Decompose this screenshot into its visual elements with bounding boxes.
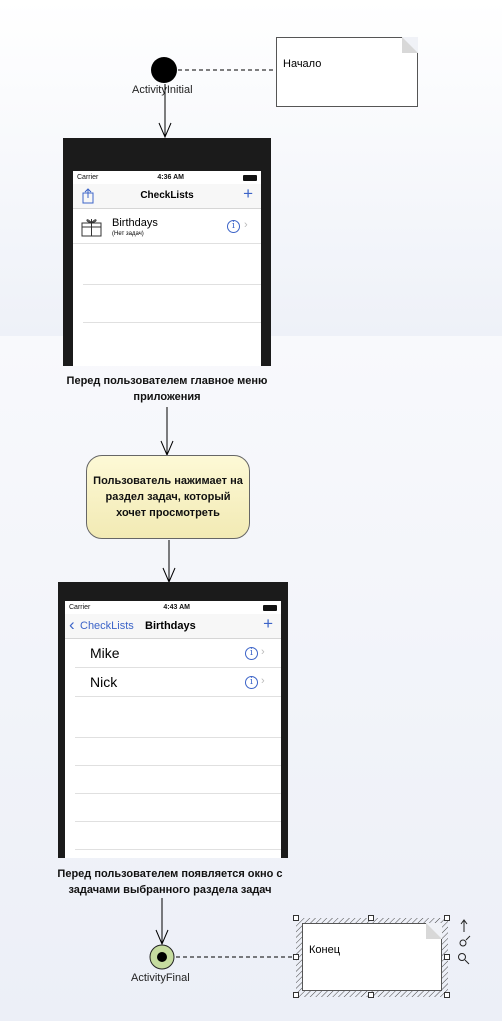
row-separator [83,322,261,323]
resize-handle[interactable] [293,992,299,998]
resize-handle[interactable] [368,992,374,998]
item-title: Birthdays [112,217,158,229]
phone-frame-tasks: Carrier 4:43 AM ‹ CheckLists Birthdays +… [58,582,288,858]
selection-tools [458,919,471,965]
row-separator [75,737,281,738]
resize-handle[interactable] [444,915,450,921]
note-fold-icon [402,37,418,53]
resize-handle[interactable] [444,954,450,960]
carrier-label: Carrier [77,174,99,181]
nav-title: Birthdays [145,620,196,632]
note-fold-icon [426,923,442,939]
back-button[interactable]: CheckLists [80,620,134,632]
row-separator [83,284,261,285]
resize-handle[interactable] [444,992,450,998]
info-icon[interactable]: i [245,647,258,660]
note-end[interactable]: Конец [302,923,442,991]
note-start[interactable]: Начало [276,37,418,107]
screen-tasks: Carrier 4:43 AM ‹ CheckLists Birthdays +… [65,601,281,858]
screen-main-menu: Carrier 4:36 AM CheckLists + Birthdays (… [73,171,261,366]
nav-bar: ‹ CheckLists Birthdays + [65,614,281,639]
caption-main-menu: Перед пользователем главное меню приложе… [66,375,268,403]
note-start-text: Начало [283,58,322,70]
battery-icon [262,604,277,611]
info-icon[interactable]: i [227,220,240,233]
list-item-mike[interactable]: Mike i › [75,639,281,668]
row-separator [75,765,281,766]
activity-final-label: ActivityFinal [131,972,190,984]
task-name: Mike [90,645,120,661]
chevron-right-icon: › [244,219,248,231]
resize-handle[interactable] [368,915,374,921]
back-chevron-icon[interactable]: ‹ [69,615,75,635]
row-separator [75,821,281,822]
item-subtitle: (Нет задач) [112,231,144,237]
activity-final-core [157,952,167,962]
nav-bar: CheckLists + [73,184,261,209]
action-select-section[interactable]: Пользователь нажимает на раздел задач, к… [86,455,250,539]
info-icon[interactable]: i [245,676,258,689]
phone-frame-main-menu: Carrier 4:36 AM CheckLists + Birthdays (… [63,138,271,366]
gift-icon [81,219,102,237]
add-button[interactable]: + [263,614,273,634]
row-separator [75,849,281,850]
activity-initial-label: ActivityInitial [132,84,193,96]
chevron-right-icon: › [261,675,265,687]
nav-title: CheckLists [140,190,194,201]
task-name: Nick [90,674,118,690]
status-time: 4:43 AM [163,604,190,611]
list-item-birthdays[interactable]: Birthdays (Нет задач) i › [73,209,261,245]
row-separator [73,243,261,244]
status-bar: Carrier 4:36 AM [73,171,261,184]
battery-icon [242,174,257,181]
row-separator [75,793,281,794]
chevron-right-icon: › [261,646,265,658]
status-time: 4:36 AM [157,174,184,181]
resize-handle[interactable] [293,915,299,921]
add-button[interactable]: + [243,184,253,204]
caption-tasks: Перед пользователем появляется окно с за… [57,868,283,896]
list-item-nick[interactable]: Nick i › [75,668,281,697]
status-bar: Carrier 4:43 AM [65,601,281,614]
carrier-label: Carrier [69,604,91,611]
note-end-text: Конец [309,944,341,956]
activity-initial-node [151,57,177,83]
resize-handle[interactable] [293,954,299,960]
